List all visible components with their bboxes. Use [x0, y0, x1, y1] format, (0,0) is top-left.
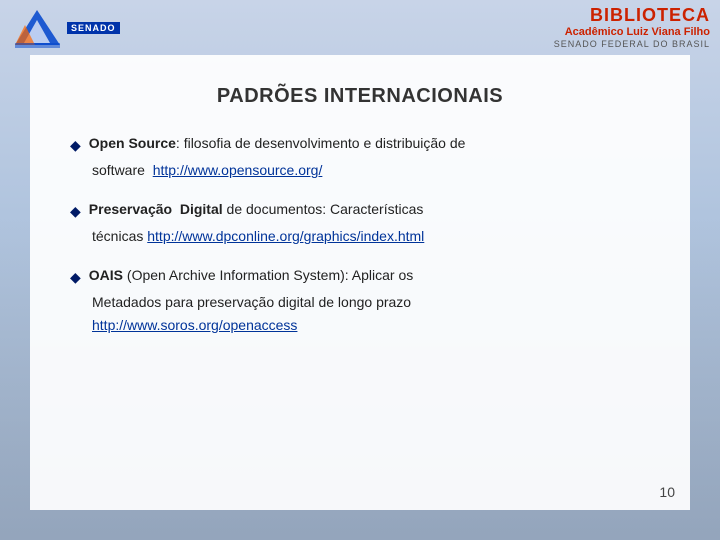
bullet-preservacao: ◆ Preservação Digital de documentos: Car… [70, 199, 650, 247]
bullet-diamond-2: ◆ [70, 201, 81, 222]
oais-indent-2: http://www.soros.org/openaccess [70, 315, 650, 336]
biblioteca-title: BIBLIOTECA [554, 6, 710, 26]
bullet-open-source: ◆ Open Source: filosofia de desenvolvime… [70, 133, 650, 181]
oais-strong: OAIS [89, 267, 123, 283]
preservacao-link[interactable]: http://www.dpconline.org/graphics/index.… [147, 228, 424, 244]
senado-badge: SENADO [67, 22, 120, 34]
logo-area: SENADO [10, 5, 120, 50]
open-source-strong: Open Source [89, 135, 176, 151]
open-source-text: Open Source: filosofia de desenvolviment… [89, 133, 466, 154]
oais-text: OAIS (Open Archive Information System): … [89, 265, 413, 286]
bullet-diamond-3: ◆ [70, 267, 81, 288]
content-area: PADRÕES INTERNACIONAIS ◆ Open Source: fi… [30, 55, 690, 510]
senado-logo [10, 5, 65, 50]
oais-indent-1: Metadados para preservação digital de lo… [70, 292, 650, 313]
senado-federal-label: SENADO FEDERAL DO BRASIL [554, 39, 710, 49]
preservacao-text: Preservação Digital de documentos: Carac… [89, 199, 424, 220]
preservacao-desc: de documentos: Características [223, 201, 424, 217]
oais-link[interactable]: http://www.soros.org/openaccess [92, 317, 297, 333]
preservacao-indent: técnicas http://www.dpconline.org/graphi… [70, 226, 650, 247]
digital-strong: Digital [180, 201, 223, 217]
biblioteca-branding: BIBLIOTECA Acadêmico Luiz Viana Filho SE… [554, 6, 710, 49]
academico-subtitle: Acadêmico Luiz Viana Filho [554, 26, 710, 39]
open-source-indent: software http://www.opensource.org/ [70, 160, 650, 181]
header-bar: SENADO BIBLIOTECA Acadêmico Luiz Viana F… [0, 0, 720, 55]
oais-desc: (Open Archive Information System): Aplic… [123, 267, 413, 283]
preservacao-strong: Preservação [89, 201, 172, 217]
open-source-desc: : filosofia de desenvolvimento e distrib… [176, 135, 466, 151]
page-number: 10 [659, 484, 675, 500]
bullet-oais: ◆ OAIS (Open Archive Information System)… [70, 265, 650, 336]
open-source-link[interactable]: http://www.opensource.org/ [153, 162, 323, 178]
bullet-diamond-1: ◆ [70, 135, 81, 156]
page-title: PADRÕES INTERNACIONAIS [70, 85, 650, 108]
